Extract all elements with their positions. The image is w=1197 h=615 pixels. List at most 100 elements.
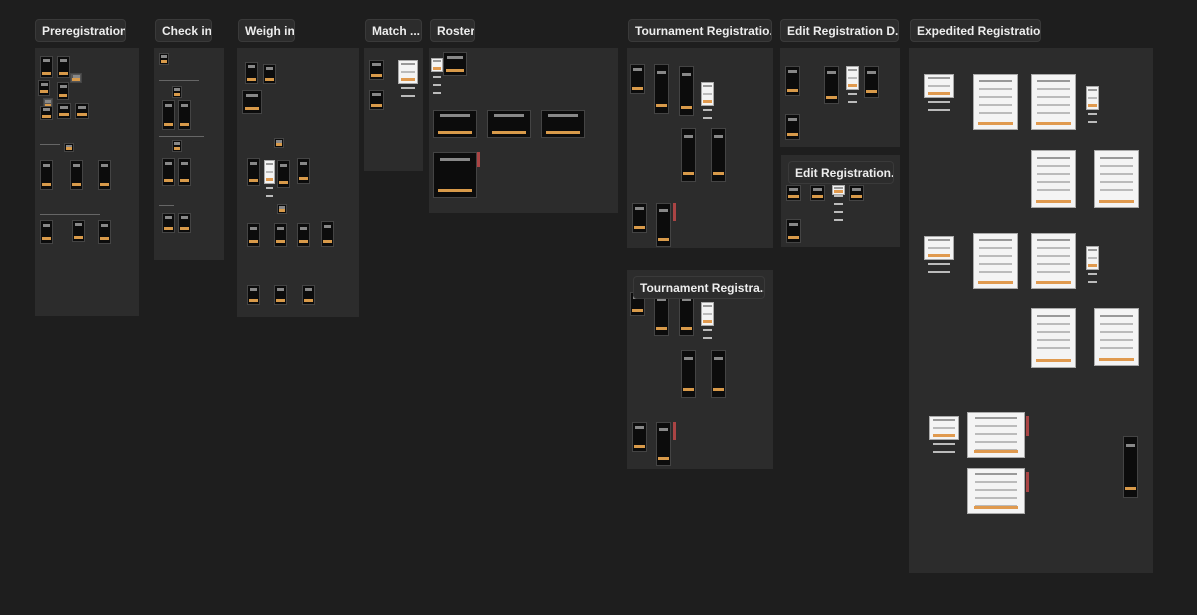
document-screen bbox=[967, 468, 1025, 514]
document-screen bbox=[924, 236, 954, 260]
section-tournament-registration[interactable] bbox=[627, 48, 773, 248]
phone-screen bbox=[172, 140, 182, 152]
phone-screen bbox=[178, 213, 191, 233]
annotation-mark bbox=[673, 203, 676, 221]
table-screen bbox=[398, 60, 418, 84]
phone-screen bbox=[70, 73, 82, 83]
document-screen bbox=[973, 74, 1018, 130]
document-screen bbox=[1094, 308, 1139, 366]
phone-screen bbox=[40, 220, 53, 244]
phone-screen bbox=[162, 213, 175, 233]
desktop-screen bbox=[433, 152, 477, 198]
phone-screen bbox=[40, 160, 53, 190]
document-screen bbox=[1031, 233, 1076, 289]
phone-screen bbox=[247, 223, 260, 247]
section-label-weigh-in[interactable]: Weigh in bbox=[238, 19, 295, 42]
section-match[interactable] bbox=[364, 48, 423, 171]
annotation-mark bbox=[1026, 416, 1029, 436]
phone-screen bbox=[630, 64, 645, 94]
phone-screen bbox=[681, 350, 696, 398]
phone-screen bbox=[98, 220, 111, 244]
document-screen bbox=[701, 82, 714, 106]
section-label-edit-registration-alt[interactable]: Edit Registration... bbox=[788, 161, 894, 184]
phone-screen bbox=[864, 66, 879, 98]
phone-screen bbox=[57, 56, 70, 78]
document-screen bbox=[924, 74, 954, 98]
phone-screen bbox=[711, 128, 726, 182]
annotation-mark bbox=[673, 422, 676, 440]
phone-screen bbox=[247, 158, 260, 186]
section-label-match[interactable]: Match ... bbox=[365, 19, 422, 42]
document-screen bbox=[1086, 86, 1099, 110]
phone-screen bbox=[824, 66, 839, 104]
phone-screen bbox=[711, 350, 726, 398]
phone-screen bbox=[242, 90, 262, 114]
annotation-mark bbox=[477, 152, 480, 167]
phone-screen bbox=[274, 223, 287, 247]
phone-screen bbox=[274, 138, 284, 148]
annotation-line bbox=[159, 205, 174, 206]
section-label-tournament-registration[interactable]: Tournament Registratio... bbox=[628, 19, 772, 42]
phone-screen bbox=[302, 285, 315, 305]
document-screen bbox=[929, 416, 959, 440]
annotation-line bbox=[159, 136, 204, 137]
section-label-preregistration[interactable]: Preregistration bbox=[35, 19, 126, 42]
phone-screen bbox=[172, 86, 182, 98]
phone-screen bbox=[57, 82, 69, 100]
document-screen bbox=[846, 66, 859, 90]
document-screen bbox=[431, 58, 443, 72]
phone-screen bbox=[679, 66, 694, 116]
phone-screen bbox=[40, 56, 53, 78]
phone-screen bbox=[245, 62, 258, 84]
phone-screen bbox=[443, 52, 467, 76]
phone-screen bbox=[98, 160, 111, 190]
phone-screen bbox=[247, 285, 260, 305]
phone-screen bbox=[849, 185, 864, 201]
phone-screen bbox=[632, 422, 647, 452]
section-edit-registration-details[interactable] bbox=[780, 48, 900, 147]
phone-screen bbox=[277, 160, 290, 188]
phone-screen bbox=[785, 66, 800, 96]
section-weigh-in[interactable] bbox=[237, 48, 359, 317]
section-check-in[interactable] bbox=[154, 48, 224, 260]
phone-screen bbox=[681, 128, 696, 182]
section-roster[interactable] bbox=[429, 48, 618, 213]
section-tournament-registration-alt[interactable] bbox=[627, 270, 773, 469]
document-screen bbox=[1086, 246, 1099, 270]
phone-screen bbox=[178, 158, 191, 186]
phone-screen bbox=[178, 100, 191, 130]
phone-screen bbox=[654, 64, 669, 114]
section-expedited-registration[interactable] bbox=[909, 48, 1153, 573]
desktop-screen bbox=[487, 110, 531, 138]
phone-screen bbox=[162, 100, 175, 130]
desktop-screen bbox=[541, 110, 585, 138]
section-preregistration[interactable] bbox=[35, 48, 139, 316]
document-screen bbox=[967, 412, 1025, 458]
phone-screen bbox=[263, 64, 276, 84]
document-screen bbox=[1031, 74, 1076, 130]
phone-screen bbox=[632, 203, 647, 233]
section-label-roster[interactable]: Roster bbox=[430, 19, 475, 42]
section-label-check-in[interactable]: Check in bbox=[155, 19, 212, 42]
phone-screen bbox=[785, 114, 800, 140]
desktop-screen bbox=[433, 110, 477, 138]
phone-screen bbox=[656, 422, 671, 466]
phone-screen bbox=[162, 158, 175, 186]
phone-screen bbox=[38, 80, 50, 96]
phone-screen bbox=[786, 185, 801, 201]
phone-screen bbox=[274, 285, 287, 305]
phone-screen bbox=[57, 103, 71, 119]
phone-screen bbox=[70, 160, 83, 190]
section-label-expedited-registration[interactable]: Expedited Registration bbox=[910, 19, 1041, 42]
section-label-edit-registration-details[interactable]: Edit Registration D... bbox=[780, 19, 899, 42]
annotation-mark bbox=[1026, 472, 1029, 492]
document-screen bbox=[832, 185, 845, 195]
phone-screen bbox=[297, 158, 310, 184]
document-screen bbox=[1031, 150, 1076, 208]
section-label-tournament-registration-alt[interactable]: Tournament Registra... bbox=[633, 276, 765, 299]
document-screen bbox=[701, 302, 714, 326]
phone-screen bbox=[369, 90, 384, 110]
annotation-line bbox=[40, 214, 100, 215]
phone-screen bbox=[64, 143, 74, 152]
document-screen bbox=[1031, 308, 1076, 368]
